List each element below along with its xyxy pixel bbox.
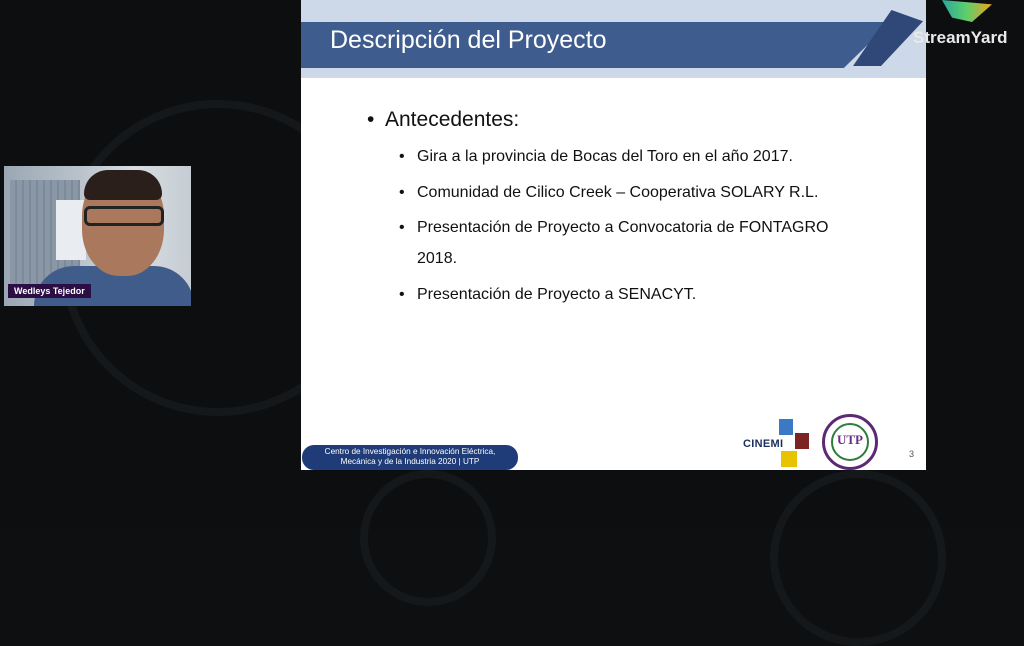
cinemi-logo-text: CINEMI bbox=[743, 438, 784, 450]
bullet-dot-icon: • bbox=[367, 108, 375, 131]
bullet-dot-icon: • bbox=[399, 148, 405, 165]
sub-bullet: • Presentación de Proyecto a SENACYT. bbox=[399, 286, 696, 304]
logo-square-blue bbox=[779, 419, 793, 435]
sub-bullet-text: Gira a la provincia de Bocas del Toro en… bbox=[417, 148, 793, 165]
logo-square-yellow bbox=[781, 451, 797, 467]
sub-bullet: • Comunidad de Cilico Creek – Cooperativa… bbox=[399, 184, 818, 202]
presentation-slide: Descripción del Proyecto • Antecedentes: … bbox=[301, 0, 926, 470]
bullet-dot-icon: • bbox=[399, 219, 405, 236]
streamyard-bird-icon bbox=[942, 0, 992, 22]
slide-title: Descripción del Proyecto bbox=[330, 26, 607, 54]
sub-bullet-text: Presentación de Proyecto a SENACYT. bbox=[417, 286, 697, 303]
logo-square-red bbox=[795, 433, 809, 449]
sub-bullet-continuation: 2018. bbox=[417, 250, 458, 267]
sub-bullet: • Gira a la provincia de Bocas del Toro e… bbox=[399, 148, 793, 166]
participant-hair bbox=[84, 170, 162, 200]
cinemi-logo: CINEMI bbox=[743, 416, 813, 470]
bullet-dot-icon: • bbox=[399, 286, 405, 303]
streamyard-logo-text: StreamYard bbox=[913, 28, 1008, 47]
slide-footer-badge: Centro de Investigación e Innovación Elé… bbox=[302, 445, 518, 470]
streamyard-logo: StreamYard bbox=[912, 0, 1024, 50]
utp-seal-logo: UTP bbox=[822, 414, 878, 470]
sub-bullet-text: Comunidad de Cilico Creek – Cooperativa … bbox=[417, 184, 819, 201]
sub-bullet: • Presentación de Proyecto a Convocatoria… bbox=[399, 219, 828, 237]
footer-line-2: Mecánica y de la Industria 2020 | UTP bbox=[340, 457, 480, 466]
main-bullet-text: Antecedentes: bbox=[385, 108, 520, 131]
participant-video-tile[interactable]: Wedleys Tejedor bbox=[4, 166, 191, 306]
participant-name-tag: Wedleys Tejedor bbox=[8, 284, 91, 298]
utp-seal-text: UTP bbox=[837, 432, 863, 447]
main-bullet: • Antecedentes: bbox=[367, 108, 519, 132]
footer-line-1: Centro de Investigación e Innovación Elé… bbox=[324, 447, 496, 456]
bullet-dot-icon: • bbox=[399, 184, 405, 201]
slide-page-number: 3 bbox=[909, 449, 915, 459]
background-decoration bbox=[360, 470, 496, 606]
sub-bullet-text: Presentación de Proyecto a Convocatoria … bbox=[417, 219, 829, 236]
background-decoration bbox=[770, 470, 946, 646]
participant-glasses bbox=[84, 206, 164, 226]
